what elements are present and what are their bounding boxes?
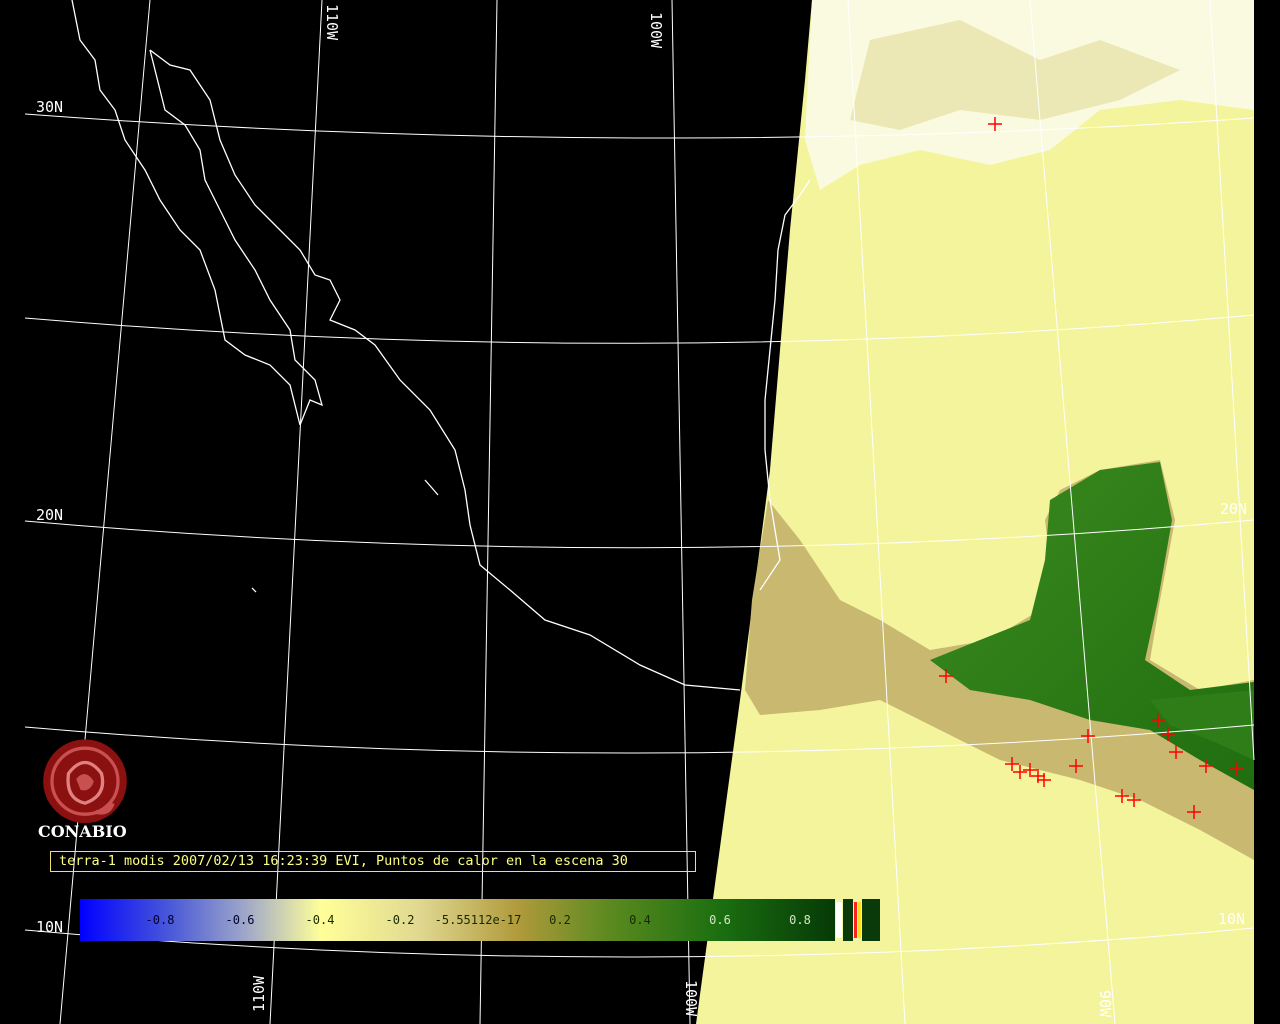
- colorbar-end-dark: [843, 899, 853, 941]
- evi-colorbar: -0.8 -0.6 -0.4 -0.2 -5.55112e-17 0.2 0.4 0.6 0.8: [80, 899, 880, 941]
- colorbar-tick-label: -0.4: [306, 913, 335, 927]
- label-90w-bottom: 90W: [1096, 990, 1114, 1018]
- colorbar-tick-label: -0.2: [386, 913, 415, 927]
- label-110w-bottom: 110W: [250, 975, 268, 1012]
- label-100w-bottom: 100W: [682, 980, 700, 1017]
- colorbar-end-white: [836, 902, 842, 938]
- colorbar-end-tail: [862, 899, 880, 941]
- image-caption: terra-1 modis 2007/02/13 16:23:39 EVI, P…: [50, 851, 696, 872]
- label-10n-right: 10N: [1218, 910, 1245, 928]
- label-20n-right: 20N: [1220, 500, 1247, 518]
- label-20n-left: 20N: [36, 506, 63, 524]
- label-10n-left: 10N: [36, 918, 63, 936]
- colorbar-tick-label: 0.8: [789, 913, 811, 927]
- coastline: [71, 0, 811, 691]
- colorbar-end-yellow: [858, 902, 861, 938]
- colorbar-tick-label: -5.55112e-17: [435, 913, 522, 927]
- colorbar-tick-label: 0.4: [629, 913, 651, 927]
- colorbar-tick-label: -0.6: [226, 913, 255, 927]
- label-100w-top: 100W: [647, 12, 665, 49]
- label-110w-top: 110W: [323, 4, 341, 41]
- colorbar-tick-label: 0.6: [709, 913, 731, 927]
- label-30n: 30N: [36, 98, 63, 116]
- org-name: CONABIO: [38, 822, 127, 841]
- colorbar-end-red: [854, 902, 857, 938]
- colorbar-tick-label: -0.8: [146, 913, 175, 927]
- colorbar-tick-label: 0.2: [549, 913, 571, 927]
